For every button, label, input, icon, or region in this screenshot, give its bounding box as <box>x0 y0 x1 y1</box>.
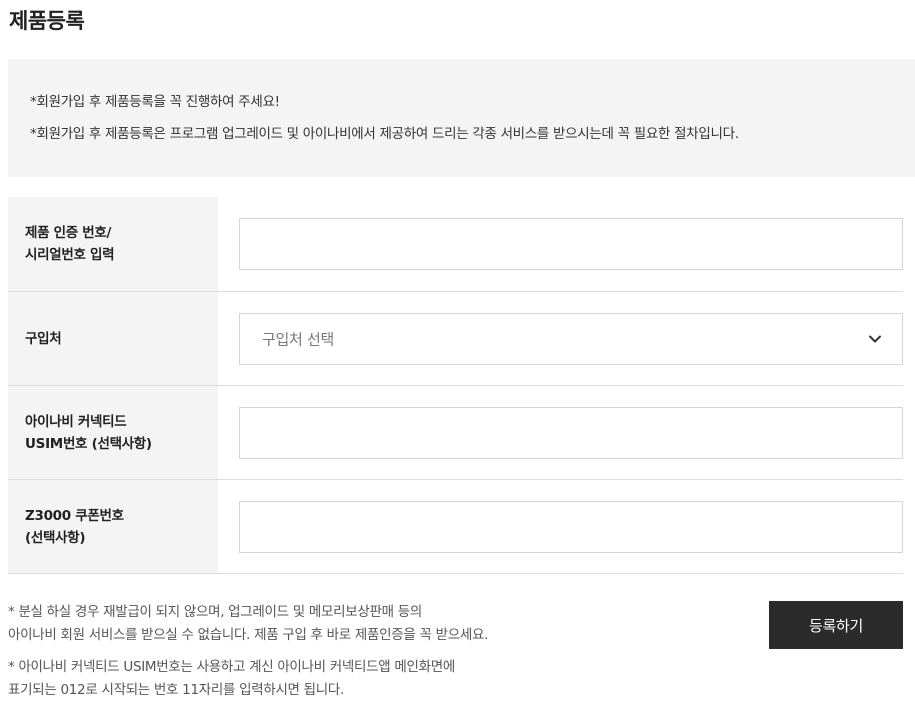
label-line: USIM번호 (선택사항) <box>25 435 152 452</box>
label-line: 아이나비 커넥티드 <box>25 413 127 430</box>
notice-line-1: *회원가입 후 제품등록을 꼭 진행하여 주세요! <box>30 94 280 110</box>
label-line: 제품 인증 번호/ <box>25 225 112 241</box>
usim-number-field-wrapper <box>239 407 903 459</box>
bottom-notes: * 분실 하실 경우 재발급이 되지 않으며, 업그레이드 및 메모리보상판매 … <box>8 601 728 702</box>
label-cell: 아이나비 커넥티드 USIM번호 (선택사항) <box>8 386 218 479</box>
coupon-number-input[interactable] <box>240 502 902 552</box>
coupon-number-field-wrapper <box>239 501 903 553</box>
chevron-down-icon <box>869 335 881 343</box>
note-line: 표기되는 012로 시작되는 번호 11자리를 입력하시면 됩니다. <box>8 682 345 698</box>
form-row-serial: 제품 인증 번호/ 시리얼번호 입력 <box>8 197 903 292</box>
coupon-number-label: Z3000 쿠폰번호 (선택사항) <box>25 505 124 549</box>
form-row-purchase-place: 구입처 구입처 선택 <box>8 292 903 386</box>
page-title: 제품등록 <box>9 9 85 33</box>
serial-number-field-wrapper <box>239 218 903 270</box>
note-spacer <box>8 647 728 656</box>
purchase-place-label: 구입처 <box>25 328 62 350</box>
purchase-place-select[interactable]: 구입처 선택 <box>239 313 903 365</box>
register-button[interactable]: 등록하기 <box>769 601 903 649</box>
usim-number-label: 아이나비 커넥티드 USIM번호 (선택사항) <box>25 411 152 455</box>
serial-number-input[interactable] <box>240 219 902 269</box>
product-registration-form: 제품 인증 번호/ 시리얼번호 입력 구입처 구입처 선택 아이나비 커넥티드 … <box>8 197 903 574</box>
note-line: * 아이나비 커넥티드 USIM번호는 사용하고 계신 아이나비 커넥티드앱 메… <box>8 659 455 675</box>
form-row-coupon: Z3000 쿠폰번호 (선택사항) <box>8 480 903 574</box>
label-line: 구입처 <box>25 330 62 347</box>
notice-box: *회원가입 후 제품등록을 꼭 진행하여 주세요! *회원가입 후 제품등록은 … <box>8 59 915 177</box>
label-cell: 구입처 <box>8 292 218 385</box>
note-line: 아이나비 회원 서비스를 받으실 수 없습니다. 제품 구입 후 바로 제품인증… <box>8 627 489 643</box>
label-line: 시리얼번호 입력 <box>25 247 115 263</box>
usim-number-input[interactable] <box>240 408 902 458</box>
note-line: * 분실 하실 경우 재발급이 되지 않으며, 업그레이드 및 메모리보상판매 … <box>8 604 422 620</box>
purchase-place-placeholder: 구입처 선택 <box>262 330 334 349</box>
label-line: Z3000 쿠폰번호 <box>25 507 124 524</box>
label-line: (선택사항) <box>25 529 86 546</box>
label-cell: Z3000 쿠폰번호 (선택사항) <box>8 480 218 573</box>
notice-line-2: *회원가입 후 제품등록은 프로그램 업그레이드 및 아이나비에서 제공하여 드… <box>30 126 739 142</box>
label-cell: 제품 인증 번호/ 시리얼번호 입력 <box>8 197 218 291</box>
form-row-usim: 아이나비 커넥티드 USIM번호 (선택사항) <box>8 386 903 480</box>
serial-number-label: 제품 인증 번호/ 시리얼번호 입력 <box>25 222 115 266</box>
